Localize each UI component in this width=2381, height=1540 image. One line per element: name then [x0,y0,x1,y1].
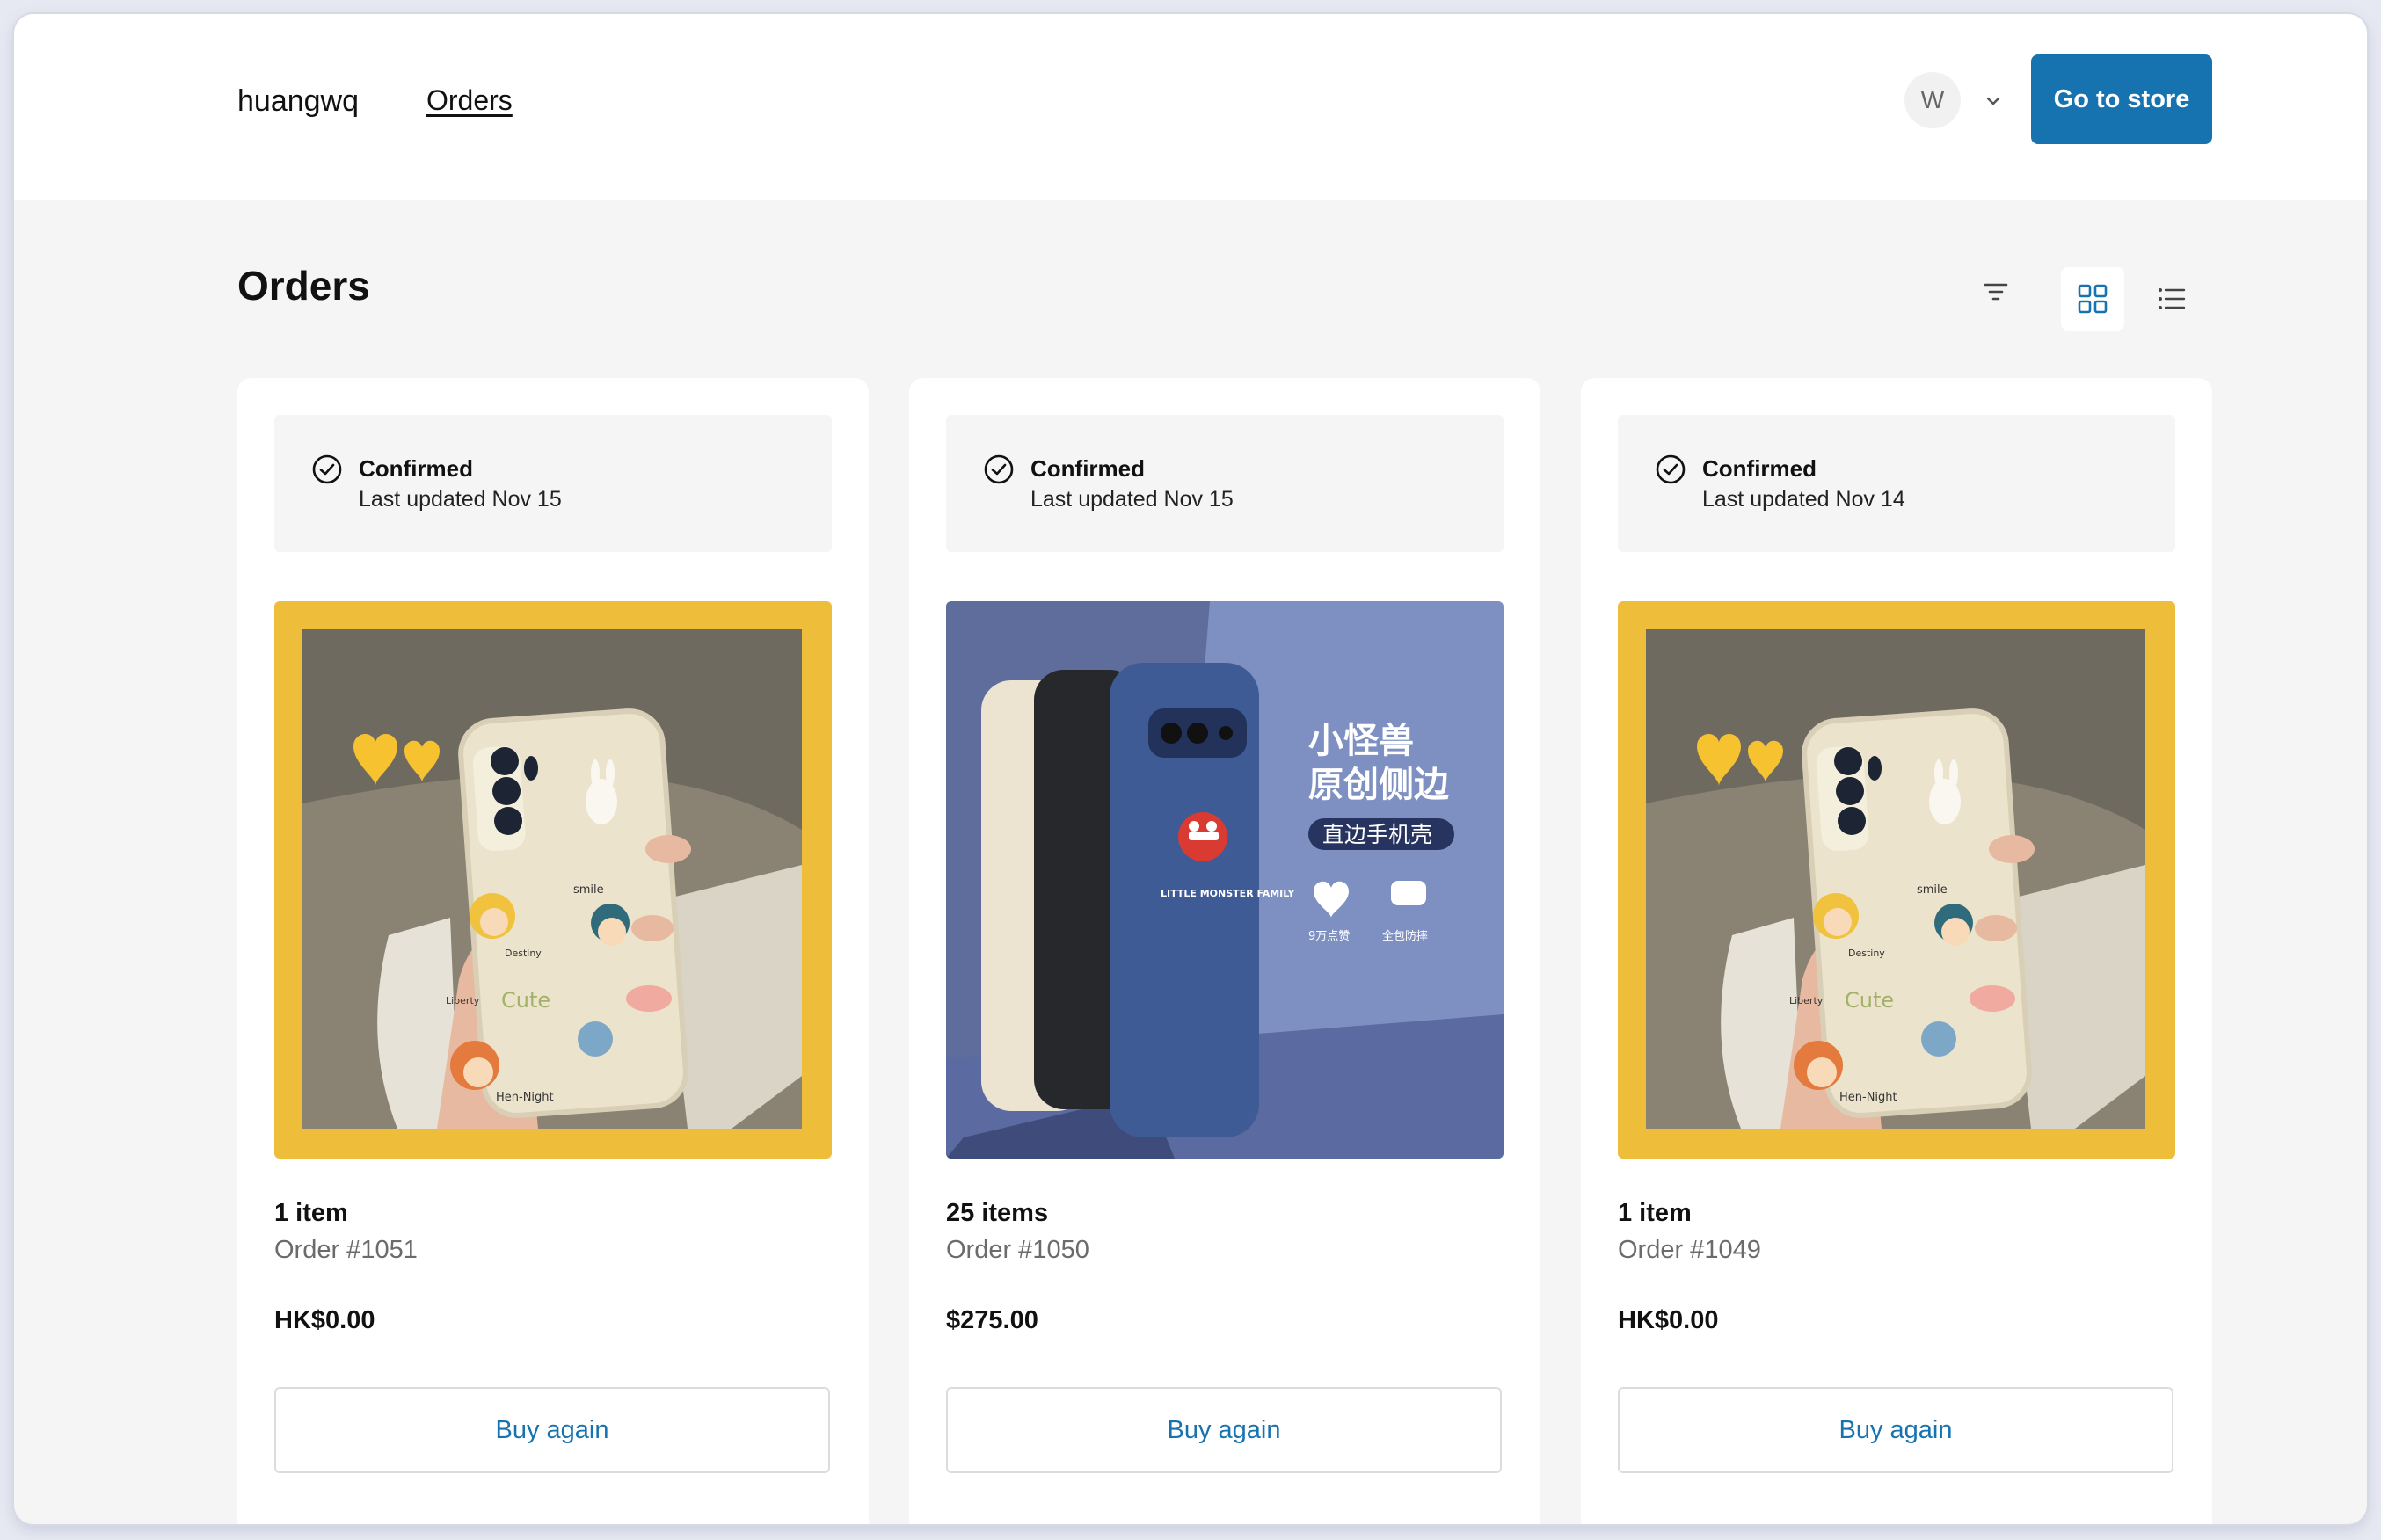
order-thumbnail[interactable]: LITTLE MONSTER FAMILY 小怪兽 原创侧边 直边手机壳 9万点… [946,601,1504,1159]
thumb-text-cute: Cute [1845,988,1894,1013]
order-total: $275.00 [946,1306,1038,1334]
page-title: Orders [237,263,370,309]
site-header: huangwq Orders W Go to store [14,14,2367,200]
list-view-icon [2159,288,2186,309]
nav-orders-link[interactable]: Orders [426,84,513,117]
buy-again-button[interactable]: Buy again [946,1387,1502,1473]
thumb-text-title1: 小怪兽 [1308,721,1414,761]
filter-icon[interactable] [1978,274,2013,309]
check-circle-icon [311,454,343,485]
grid-view-icon [2078,284,2108,314]
thumb-text-liberty: Liberty [1789,995,1824,1006]
thumb-text-smile: smile [573,883,604,897]
grid-view-button[interactable] [2061,267,2124,331]
status-updated: Last updated Nov 15 [1030,487,1234,512]
status-updated: Last updated Nov 14 [1702,487,1905,512]
thumb-text-protect: 全包防摔 [1382,929,1428,943]
check-circle-icon [983,454,1015,485]
order-thumbnail[interactable]: smile Destiny Liberty Cute Hen-Night [274,601,832,1159]
thumb-text-smile: smile [1917,883,1948,897]
order-status-box: Confirmed Last updated Nov 15 [274,415,832,552]
thumb-text-destiny: Destiny [1848,948,1885,959]
status-label: Confirmed [1702,455,1817,482]
order-items-count: 25 items [946,1199,1049,1227]
thumb-text-hen: Hen-Night [1839,1091,1897,1104]
status-label: Confirmed [1030,455,1145,482]
order-number: Order #1049 [1618,1236,1761,1264]
status-label: Confirmed [359,455,473,482]
order-items-count: 1 item [1618,1199,1692,1227]
buy-again-button[interactable]: Buy again [274,1387,830,1473]
check-circle-icon [1655,454,1686,485]
order-thumbnail[interactable]: smile Destiny Liberty Cute Hen-Night [1618,601,2175,1159]
thumb-text-badge: 直边手机壳 [1322,822,1432,847]
order-status-box: Confirmed Last updated Nov 14 [1618,415,2175,552]
thumb-text-destiny: Destiny [505,948,542,959]
thumb-text-title2: 原创侧边 [1308,765,1450,805]
buy-again-button[interactable]: Buy again [1618,1387,2173,1473]
thumb-text-liberty: Liberty [446,995,480,1006]
avatar[interactable]: W [1904,72,1961,128]
order-total: HK$0.00 [274,1306,375,1334]
order-card: Confirmed Last updated Nov 15 smile Dest… [237,378,869,1524]
thumb-text-likes: 9万点赞 [1308,930,1350,943]
browser-window: huangwq Orders W Go to store Orders Conf… [14,14,2367,1524]
status-updated: Last updated Nov 15 [359,487,562,512]
order-total: HK$0.00 [1618,1306,1719,1334]
order-number: Order #1051 [274,1236,418,1264]
order-card: Confirmed Last updated Nov 14 smile Dest… [1581,378,2212,1524]
thumb-text-cute: Cute [501,988,550,1013]
order-number: Order #1050 [946,1236,1089,1264]
list-view-button[interactable] [2140,267,2203,331]
order-card: Confirmed Last updated Nov 15 LITTLE MON… [909,378,1540,1524]
chevron-down-icon[interactable] [1982,90,2005,113]
shop-name[interactable]: huangwq [237,84,359,119]
thumb-text-hen: Hen-Night [496,1091,554,1104]
order-items-count: 1 item [274,1199,348,1227]
thumb-text-family: LITTLE MONSTER FAMILY [1161,888,1296,899]
go-to-store-button[interactable]: Go to store [2031,54,2212,144]
order-status-box: Confirmed Last updated Nov 15 [946,415,1504,552]
